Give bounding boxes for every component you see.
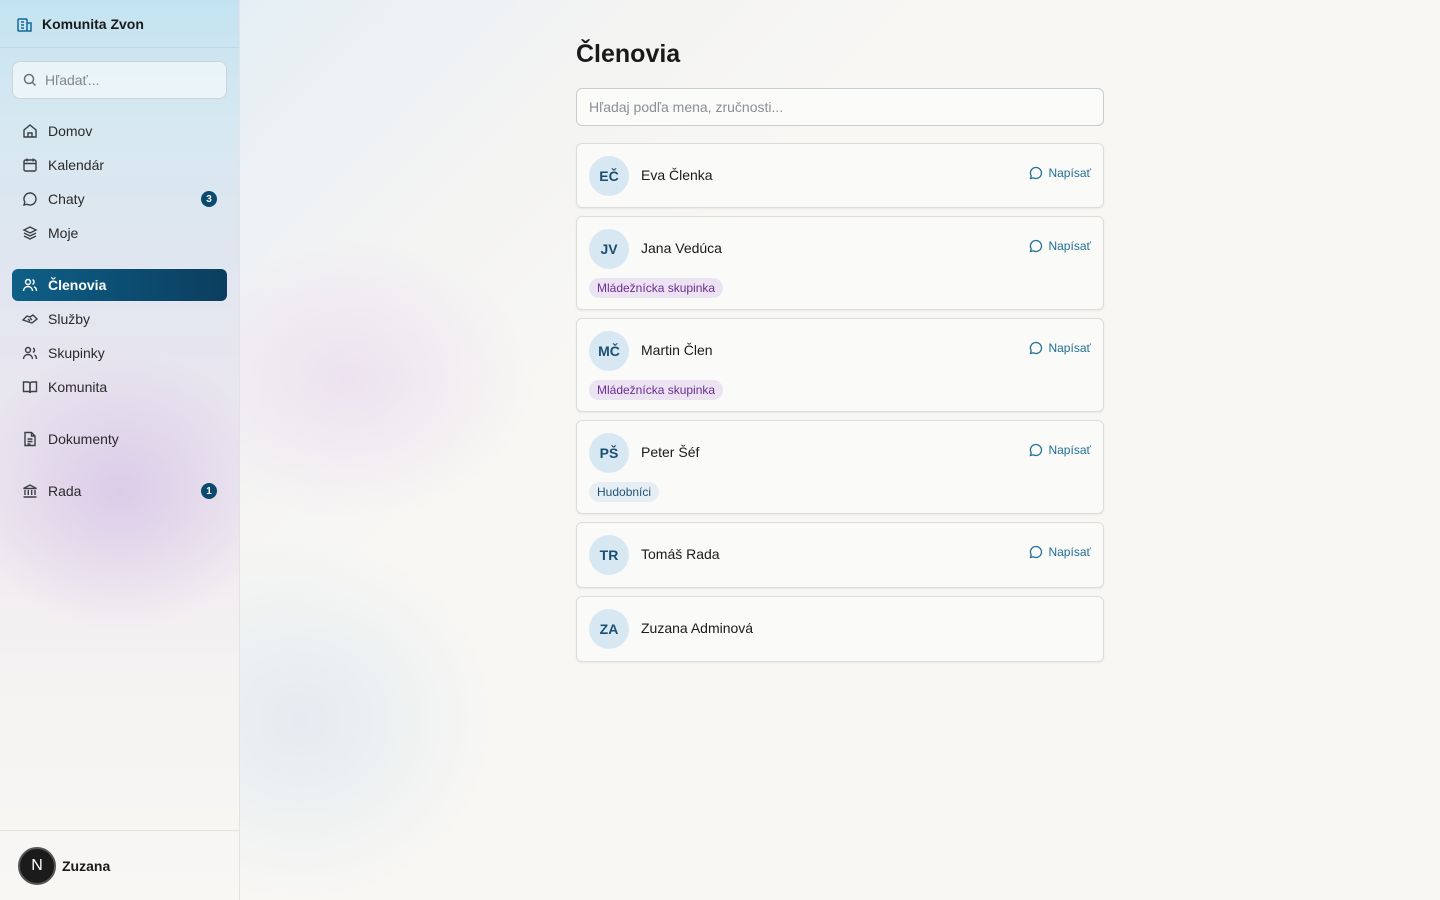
book-icon [22,379,38,395]
member-avatar: JV [589,229,629,269]
main-content: Členovia EČ Eva Členka Napísať JV Jana V… [240,0,1440,900]
nav-item-moje[interactable]: Moje [12,217,227,249]
member-card[interactable]: EČ Eva Členka Napísať [576,143,1104,208]
brand[interactable]: Komunita Zvon [0,0,239,48]
chat-icon [1029,443,1043,457]
message-button-label: Napísať [1048,166,1091,180]
calendar-icon [22,157,38,173]
member-search-input[interactable] [576,88,1104,126]
member-card[interactable]: MČ Martin Člen Napísať Mládežnícka skupi… [576,318,1104,412]
chat-icon [1029,545,1043,559]
group-tag: Hudobníci [589,482,660,502]
nav-label: Chaty [48,191,85,207]
building-icon [16,15,34,33]
nav-item-kalendar[interactable]: Kalendár [12,149,227,181]
message-button-label: Napísať [1048,341,1091,355]
nav-item-sluzby[interactable]: Služby [12,303,227,335]
app-title: Komunita Zvon [42,15,144,32]
member-avatar: ZA [589,609,629,649]
member-card[interactable]: ZA Zuzana Adminová [576,596,1104,662]
member-avatar: EČ [589,156,629,196]
bank-icon [22,483,38,499]
page-title: Členovia [576,40,681,68]
group-icon [22,345,38,361]
member-card[interactable]: JV Jana Vedúca Napísať Mládežnícka skupi… [576,216,1104,310]
member-name: Tomáš Rada [641,546,720,562]
user-name[interactable]: Zuzana [62,858,110,874]
nav-item-komunita[interactable]: Komunita [12,371,227,403]
member-name: Zuzana Adminová [641,620,754,636]
group-tag: Mládežnícka skupinka [589,380,724,400]
nav-label: Služby [48,311,91,327]
document-icon [22,431,38,447]
nav-item-chaty[interactable]: Chaty 3 [12,183,227,215]
nav-label: Kalendár [48,157,105,173]
nav-label: Skupinky [48,345,105,361]
unread-badge: 3 [201,191,217,207]
sidebar-search[interactable] [12,61,227,99]
sidebar-search-input[interactable] [45,72,215,88]
nav-label: Komunita [48,379,108,395]
nav-label: Moje [48,225,79,241]
member-avatar: TR [589,535,629,575]
users-icon [22,277,38,293]
nav-label: Členovia [48,277,107,293]
nav-item-rada[interactable]: Rada 1 [12,475,227,507]
member-name: Jana Vedúca [641,240,722,256]
message-button[interactable]: Napísať [1029,545,1091,559]
message-button[interactable]: Napísať [1029,166,1091,180]
message-button-label: Napísať [1048,443,1091,457]
sidebar-footer: N Zuzana [0,830,239,900]
nav-item-dokumenty[interactable]: Dokumenty [12,423,227,455]
nav-item-domov[interactable]: Domov [12,115,227,147]
message-button[interactable]: Napísať [1029,239,1091,253]
chat-icon [1029,166,1043,180]
group-tag: Mládežnícka skupinka [589,278,724,298]
handshake-icon [22,311,38,327]
message-button[interactable]: Napísať [1029,341,1091,355]
nav-label: Dokumenty [48,431,119,447]
home-icon [22,123,38,139]
notification-badge: 1 [201,483,217,499]
member-name: Martin Člen [641,342,713,358]
message-button[interactable]: Napísať [1029,443,1091,457]
chat-icon [1029,341,1043,355]
member-card[interactable]: TR Tomáš Rada Napísať [576,522,1104,588]
nav-item-clenovia[interactable]: Členovia [12,269,227,301]
message-button-label: Napísať [1048,545,1091,559]
member-avatar: PŠ [589,433,629,473]
sidebar: Komunita Zvon Domov Kalendár Chaty 3 Mo [0,0,240,900]
nav-item-skupinky[interactable]: Skupinky [12,337,227,369]
nav-label: Rada [48,483,82,499]
search-icon [23,73,37,87]
layers-icon [22,225,38,241]
chat-icon [1029,239,1043,253]
chat-icon [22,191,38,207]
member-card[interactable]: PŠ Peter Šéf Napísať Hudobníci [576,420,1104,514]
member-avatar: MČ [589,331,629,371]
nav-label: Domov [48,123,93,139]
member-name: Eva Členka [641,167,713,183]
message-button-label: Napísať [1048,239,1091,253]
avatar[interactable]: N [18,846,56,885]
member-name: Peter Šéf [641,444,700,460]
